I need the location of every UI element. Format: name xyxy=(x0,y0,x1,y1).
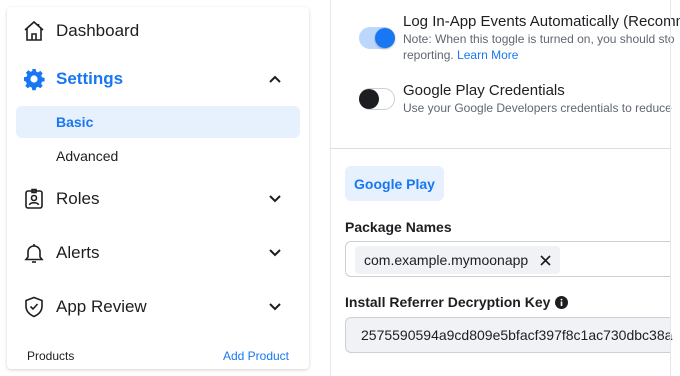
main-panel: Log In-App Events Automatically (Recomme… xyxy=(331,0,680,376)
decryption-key-value: 2575590594a9cd809e5bfacf397f8c1ac730dbc3… xyxy=(361,327,673,343)
package-names-input[interactable]: com.example.mymoonapp xyxy=(345,241,671,277)
decryption-key-label: Install Referrer Decryption Key xyxy=(345,294,569,310)
chevron-down-icon[interactable] xyxy=(269,301,281,313)
chevron-down-icon[interactable] xyxy=(269,247,281,259)
play-credentials-title: Google Play Credentials xyxy=(403,82,565,99)
products-label: Products xyxy=(27,349,75,363)
section-divider xyxy=(331,148,671,149)
chevron-up-icon[interactable] xyxy=(269,73,281,85)
decryption-key-label-text: Install Referrer Decryption Key xyxy=(345,294,551,310)
learn-more-link[interactable]: Learn More xyxy=(457,48,518,62)
add-product-link[interactable]: Add Product xyxy=(223,349,289,363)
package-chip: com.example.mymoonapp xyxy=(355,246,561,274)
sidebar-item-label: App Review xyxy=(56,297,147,316)
sidebar-item-label: Alerts xyxy=(56,243,100,262)
gear-icon xyxy=(21,66,47,92)
panel-right-border xyxy=(670,0,671,376)
sidebar-subitem-basic[interactable]: Basic xyxy=(16,106,300,138)
sidebar-item-alerts[interactable]: Alerts xyxy=(7,233,309,273)
home-icon xyxy=(21,18,47,44)
toggle-knob xyxy=(359,89,379,109)
sidebar: Dashboard Settings Basic Advanced Roles … xyxy=(7,7,309,369)
close-icon[interactable] xyxy=(540,254,551,266)
google-play-tab[interactable]: Google Play xyxy=(345,166,444,201)
shield-check-icon xyxy=(21,294,47,320)
log-events-title: Log In-App Events Automatically (Recomme xyxy=(403,13,680,30)
log-events-toggle[interactable] xyxy=(359,27,395,49)
sidebar-item-settings[interactable]: Settings xyxy=(7,59,309,99)
log-events-note-end: reporting. xyxy=(403,48,454,62)
package-chip-label: com.example.mymoonapp xyxy=(364,252,529,268)
id-badge-icon xyxy=(21,186,47,212)
sidebar-subitem-advanced[interactable]: Advanced xyxy=(16,140,300,172)
play-credentials-note: Use your Google Developers credentials t… xyxy=(403,101,672,115)
chevron-down-icon[interactable] xyxy=(269,193,281,205)
log-events-note: Note: When this toggle is turned on, you… xyxy=(403,32,675,46)
sidebar-subitem-label: Advanced xyxy=(56,148,119,164)
products-row: Products Add Product xyxy=(7,349,309,367)
decryption-key-field[interactable]: 2575590594a9cd809e5bfacf397f8c1ac730dbc3… xyxy=(345,317,673,353)
sidebar-item-label: Settings xyxy=(56,69,124,88)
package-names-label: Package Names xyxy=(345,219,452,235)
sidebar-item-roles[interactable]: Roles xyxy=(7,179,309,219)
play-credentials-toggle[interactable] xyxy=(359,88,395,110)
sidebar-item-label: Roles xyxy=(56,189,100,208)
sidebar-item-label: Dashboard xyxy=(56,21,140,40)
info-icon[interactable] xyxy=(555,295,569,309)
sidebar-item-dashboard[interactable]: Dashboard xyxy=(7,11,309,51)
sidebar-subitem-label: Basic xyxy=(56,114,94,130)
bell-icon xyxy=(21,240,47,266)
sidebar-item-app-review[interactable]: App Review xyxy=(7,287,309,327)
toggle-knob xyxy=(375,28,395,48)
log-events-note-line2: reporting. Learn More xyxy=(403,47,518,64)
